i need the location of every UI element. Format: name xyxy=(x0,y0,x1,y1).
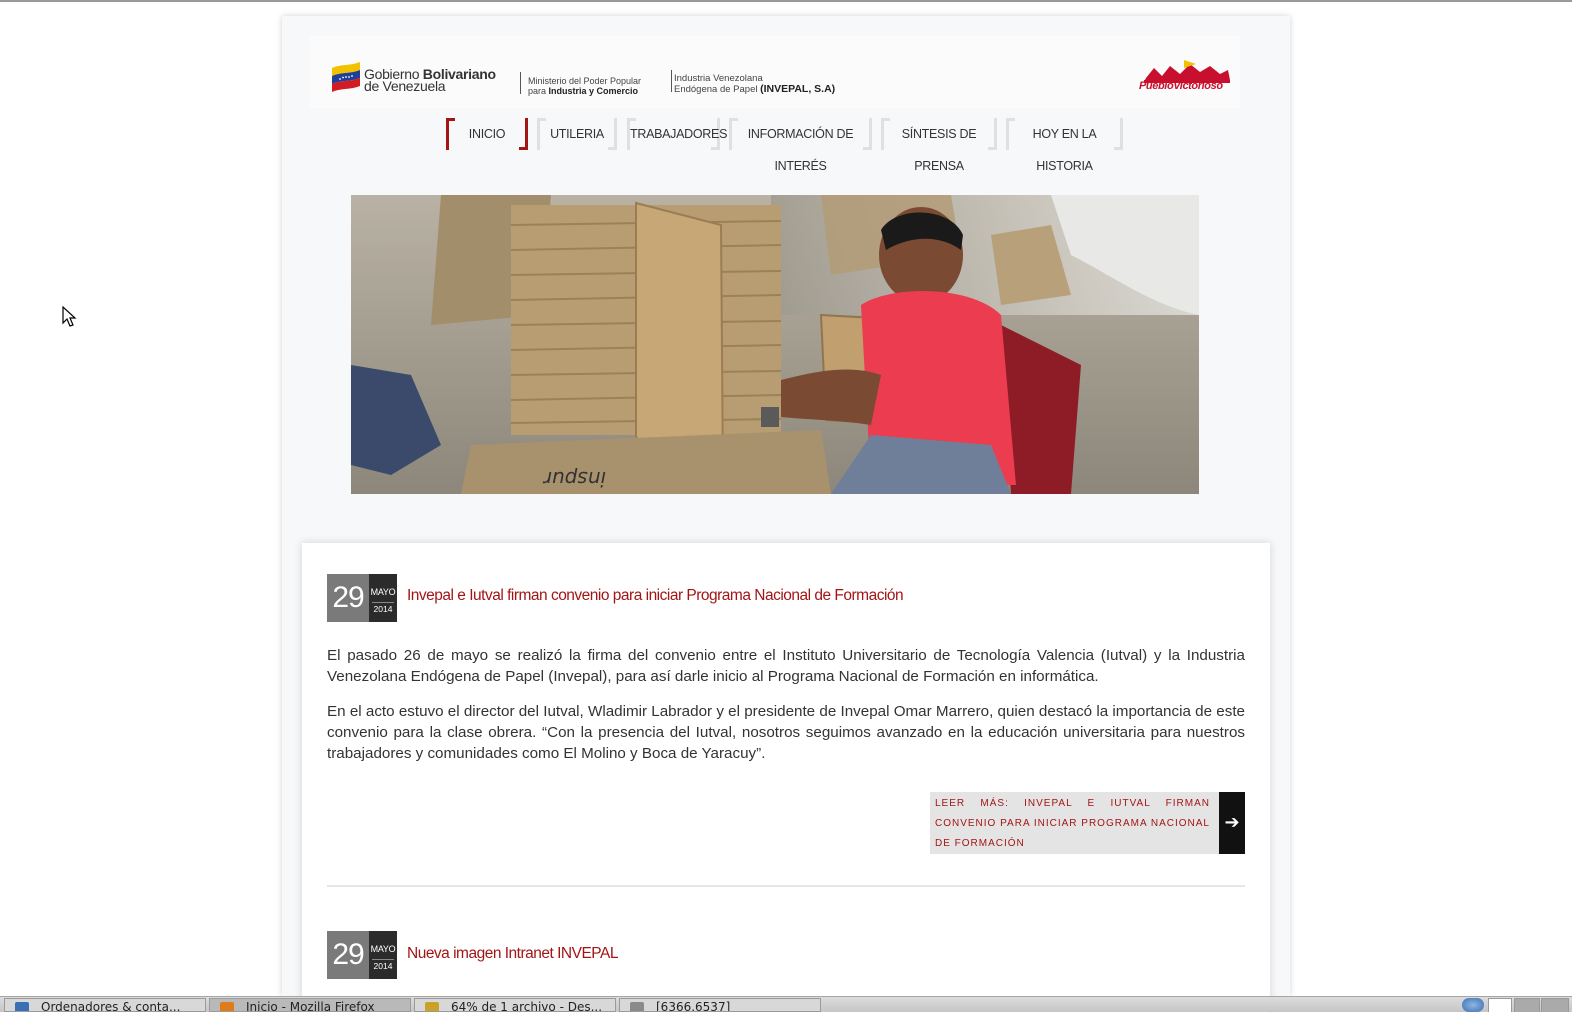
network-tray-icon[interactable] xyxy=(1462,998,1484,1012)
mouse-cursor-icon xyxy=(62,306,77,327)
taskbar-item-label: Ordenadores & conta... xyxy=(41,1000,181,1012)
company-line2-pre: Endógena de Papel xyxy=(674,84,761,95)
venezuela-flag-logo xyxy=(332,62,360,92)
nav-item-trabajadores[interactable]: TRABAJADORES xyxy=(627,118,727,150)
post-date: 29 MAYO 2014 xyxy=(327,931,397,979)
post-item: 29 MAYO 2014 Invepal e Iutval firman con… xyxy=(327,574,1245,874)
nav-label: HOY EN LA HISTORIA xyxy=(1032,127,1097,173)
post-month: MAYO xyxy=(370,587,396,597)
os-taskbar: Ordenadores & conta... Inicio - Mozilla … xyxy=(0,996,1572,1012)
nav-label: UTILERIA xyxy=(550,127,604,141)
taskbar-item-active[interactable]: Inicio - Mozilla Firefox xyxy=(209,998,411,1012)
taskbar-item-label: [6366.6537] xyxy=(656,1000,731,1012)
nav-item-sintesis-de-prensa[interactable]: SÍNTESIS DE PRENSA xyxy=(881,118,997,173)
ministry-line2-bold: Industria y Comercio xyxy=(548,86,639,96)
post-item: 29 MAYO 2014 Nueva imagen Intranet INVEP… xyxy=(327,931,1245,991)
read-more-label: LEER MÁS: INVEPAL E IUTVAL FIRMAN CONVEN… xyxy=(935,798,1210,849)
ministry-text: Ministerio del Poder Popular para Indust… xyxy=(528,76,641,96)
nav-item-inicio[interactable]: INICIO xyxy=(446,118,528,150)
company-text: Industria Venezolana Endógena de Papel (… xyxy=(674,74,835,95)
post-day: 29 xyxy=(327,931,369,979)
slogan-text: PuebloVictorioso xyxy=(1139,80,1223,92)
taskbar-item[interactable]: Ordenadores & conta... xyxy=(4,998,206,1012)
taskbar-item-label: 64% de 1 archivo - Des... xyxy=(451,1000,603,1012)
workspace-2-icon[interactable] xyxy=(1514,998,1540,1012)
window-top-border xyxy=(0,0,1572,2)
page-container: Gobierno Bolivariano de Venezuela Minist… xyxy=(282,16,1290,1013)
hero-image: inspur xyxy=(351,195,1199,494)
posts-panel: 29 MAYO 2014 Invepal e Iutval firman con… xyxy=(302,543,1270,1013)
header-banner: Gobierno Bolivariano de Venezuela Minist… xyxy=(310,36,1240,108)
ministry-line1: Ministerio del Poder Popular xyxy=(528,76,642,86)
post-date: 29 MAYO 2014 xyxy=(327,574,397,622)
workspace-3-icon[interactable] xyxy=(1541,998,1569,1012)
nav-label: INFORMACIÓN DE INTERÉS xyxy=(747,127,854,173)
post-divider xyxy=(327,885,1245,887)
read-more-button[interactable]: LEER MÁS: INVEPAL E IUTVAL FIRMAN CONVEN… xyxy=(930,792,1245,854)
nav-item-informacion-de-interes[interactable]: INFORMACIÓN DE INTERÉS xyxy=(729,118,872,173)
company-line2-bold: (INVEPAL, S.A) xyxy=(760,83,836,95)
banner-divider xyxy=(520,72,521,94)
post-year: 2014 xyxy=(372,602,394,614)
banner-divider-2 xyxy=(671,70,672,92)
post-day: 29 xyxy=(327,574,369,622)
pueblo-victorioso-logo: PuebloVictorioso xyxy=(1139,58,1234,102)
post-year: 2014 xyxy=(372,959,394,971)
hero-photo-worker-with-cardboard: inspur xyxy=(351,195,1199,494)
nav-label: SÍNTESIS DE PRENSA xyxy=(901,127,977,173)
taskbar-item[interactable]: [6366.6537] xyxy=(619,998,821,1012)
nav-label: TRABAJADORES xyxy=(630,127,728,141)
post-title-link[interactable]: Nueva imagen Intranet INVEPAL xyxy=(407,945,618,963)
post-paragraph: El pasado 26 de mayo se realizó la firma… xyxy=(327,647,1245,685)
nav-item-hoy-en-la-historia[interactable]: HOY EN LA HISTORIA xyxy=(1006,118,1123,173)
government-logo-text: Gobierno Bolivariano de Venezuela xyxy=(364,67,496,93)
arrow-right-icon: ➔ xyxy=(1219,792,1245,854)
nav-label: INICIO xyxy=(468,127,506,141)
post-month-year: MAYO 2014 xyxy=(369,574,397,622)
ministry-line2-pre: para xyxy=(528,86,549,96)
hero-box-text: inspur xyxy=(542,467,606,491)
taskbar-item[interactable]: 64% de 1 archivo - Des... xyxy=(414,998,616,1012)
workspace-1-icon[interactable] xyxy=(1488,998,1512,1012)
post-month-year: MAYO 2014 xyxy=(369,931,397,979)
post-paragraph: En el acto estuvo el director del Iutval… xyxy=(327,703,1245,762)
taskbar-item-label: Inicio - Mozilla Firefox xyxy=(246,1000,375,1012)
post-title-link[interactable]: Invepal e Iutval firman convenio para in… xyxy=(407,587,904,605)
pueblo-victorioso-graphic xyxy=(1144,60,1230,83)
post-month: MAYO xyxy=(370,944,396,954)
nav-item-utileria[interactable]: UTILERIA xyxy=(537,118,617,150)
